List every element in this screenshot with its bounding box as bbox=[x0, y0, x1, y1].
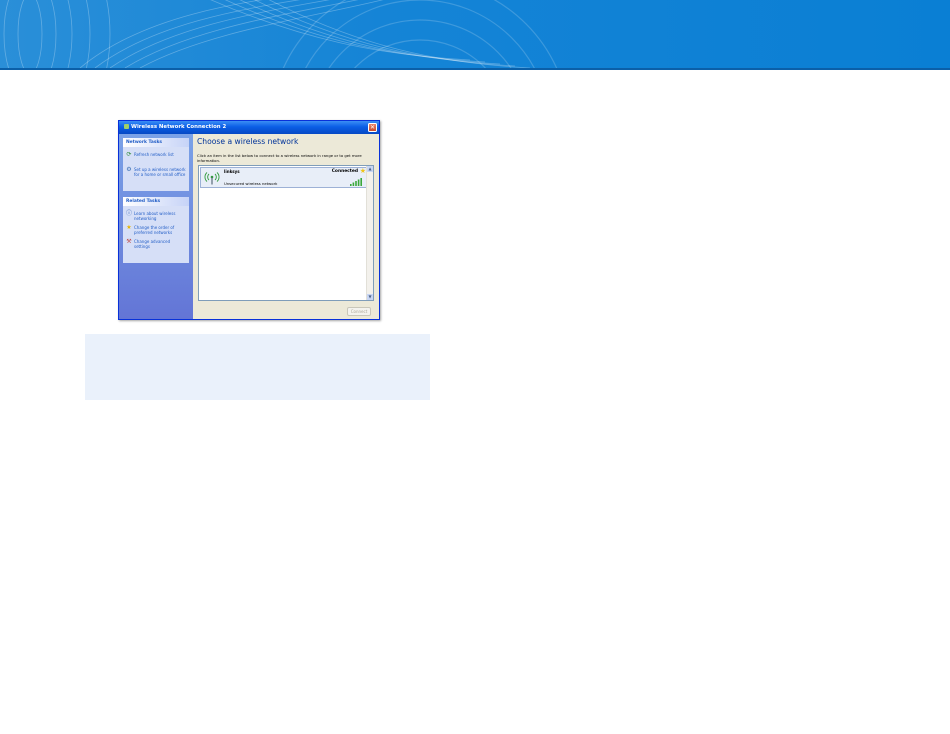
network-tasks-heading: Network Tasks bbox=[123, 138, 189, 147]
network-name: linksys bbox=[224, 169, 240, 174]
setup-network-icon: ⚙ bbox=[126, 166, 132, 173]
connect-button[interactable]: Connect bbox=[347, 307, 371, 316]
related-tasks-panel: Related Tasks ⓘ Learn about wireless net… bbox=[123, 197, 189, 263]
signal-strength-icon bbox=[350, 178, 362, 186]
refresh-icon: ⟳ bbox=[126, 151, 132, 158]
task-label: Change advanced settings bbox=[134, 239, 171, 249]
change-network-order-link[interactable]: ★ Change the order of preferred networks bbox=[123, 224, 189, 236]
close-icon: ✕ bbox=[369, 124, 376, 131]
callout-box bbox=[85, 334, 430, 400]
wireless-antenna-icon bbox=[204, 172, 220, 185]
close-button[interactable]: ✕ bbox=[368, 123, 377, 132]
info-icon: ⓘ bbox=[126, 210, 133, 217]
related-tasks-heading: Related Tasks bbox=[123, 197, 189, 206]
task-sidebar: Network Tasks ⟳ Refresh network list ⚙ S… bbox=[119, 134, 193, 319]
network-list[interactable]: linksys Connected ★ Unsecured wireless n… bbox=[198, 165, 374, 301]
task-label: Change the order of preferred networks bbox=[134, 225, 175, 235]
banner-divider bbox=[0, 68, 950, 70]
banner-wave-graphic bbox=[3, 0, 558, 68]
scroll-up-arrow-icon[interactable]: ▲ bbox=[367, 166, 373, 172]
connection-status: Connected bbox=[331, 169, 358, 174]
task-label: Refresh network list bbox=[134, 152, 174, 157]
window-title: Wireless Network Connection 2 bbox=[131, 124, 227, 130]
wireless-connection-window: Wireless Network Connection 2 ✕ Network … bbox=[118, 120, 380, 320]
list-scrollbar[interactable]: ▲ ▼ bbox=[366, 166, 373, 300]
network-connection-icon bbox=[124, 124, 129, 129]
refresh-network-list-link[interactable]: ⟳ Refresh network list bbox=[123, 151, 189, 158]
page-title: Choose a wireless network bbox=[197, 137, 299, 146]
change-advanced-settings-link[interactable]: ⚒ Change advanced settings bbox=[123, 238, 189, 250]
main-pane: Choose a wireless network Click an item … bbox=[197, 134, 379, 319]
network-item[interactable]: linksys Connected ★ Unsecured wireless n… bbox=[200, 167, 367, 188]
learn-wireless-link[interactable]: ⓘ Learn about wireless networking bbox=[123, 210, 189, 222]
network-tasks-panel: Network Tasks ⟳ Refresh network list ⚙ S… bbox=[123, 138, 189, 191]
task-label: Learn about wireless networking bbox=[134, 211, 176, 221]
star-icon: ★ bbox=[126, 224, 132, 231]
window-titlebar[interactable]: Wireless Network Connection 2 ✕ bbox=[119, 121, 379, 134]
header-banner bbox=[0, 0, 950, 68]
settings-icon: ⚒ bbox=[126, 238, 132, 245]
instructions-text: Click an item in the list below to conne… bbox=[197, 153, 362, 163]
task-label: Set up a wireless network for a home or … bbox=[134, 167, 186, 177]
scroll-down-arrow-icon[interactable]: ▼ bbox=[367, 294, 373, 300]
setup-wireless-network-link[interactable]: ⚙ Set up a wireless network for a home o… bbox=[123, 166, 189, 178]
network-security: Unsecured wireless network bbox=[224, 181, 278, 186]
